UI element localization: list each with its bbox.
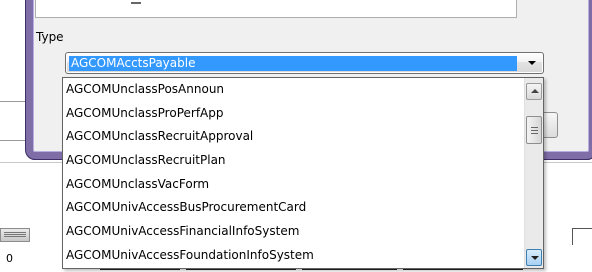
- list-item[interactable]: AGCOMUnivAccessFinancialInfoSystem: [63, 220, 523, 244]
- list-item[interactable]: AGCOMUnclassPosAnnoun: [63, 78, 523, 102]
- list-item[interactable]: AGCOMUnclassVacForm: [63, 173, 523, 197]
- scroll-up-icon[interactable]: [526, 83, 542, 100]
- type-options: AGCOMUnclassPosAnnoun AGCOMUnclassProPer…: [63, 78, 523, 268]
- list-item[interactable]: AGCOMUnivAccessBusProcurementCard: [63, 196, 523, 220]
- type-select[interactable]: AGCOMAcctsPayable: [65, 52, 544, 74]
- type-select-value: AGCOMAcctsPayable: [69, 56, 517, 71]
- list-item[interactable]: AGCOMUnclassRecruitApproval: [63, 125, 523, 149]
- type-label: Type: [36, 30, 64, 44]
- text-cursor: [131, 2, 141, 4]
- vertical-scrollbar[interactable]: [524, 78, 543, 268]
- page-number: 0: [6, 252, 13, 265]
- list-item[interactable]: AGCOMUnclassProPerfApp: [63, 102, 523, 126]
- chevron-down-icon[interactable]: [528, 61, 536, 65]
- scroll-down-icon[interactable]: [526, 249, 542, 266]
- list-item[interactable]: AGCOMUnivAccessFoundationInfoSystem: [63, 244, 523, 268]
- type-dropdown-list[interactable]: AGCOMUnclassPosAnnoun AGCOMUnclassProPer…: [62, 77, 544, 269]
- list-item[interactable]: AGCOMUnclassRecruitPlan: [63, 149, 523, 173]
- table-corner: [572, 228, 592, 245]
- name-field[interactable]: [35, 0, 517, 18]
- page-thumbnail[interactable]: [0, 228, 30, 242]
- scrollbar-thumb[interactable]: [526, 116, 542, 144]
